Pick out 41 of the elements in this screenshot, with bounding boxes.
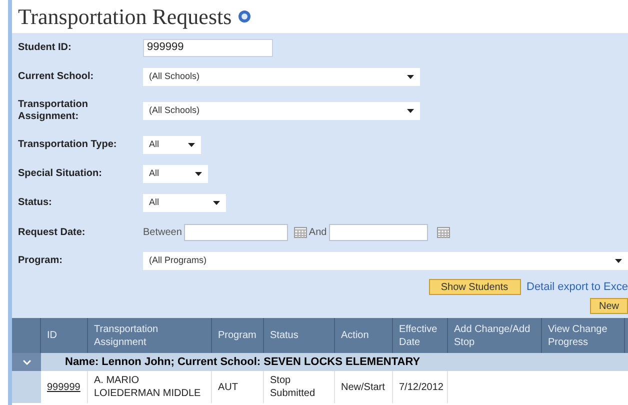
caret-icon (188, 142, 195, 146)
field-label: Status: (17, 197, 53, 209)
show-students-button[interactable]: Show Students (428, 279, 520, 295)
caret-icon (195, 172, 202, 176)
between-label: Between (143, 226, 182, 240)
id-link[interactable]: 999999 (47, 380, 80, 394)
chevron-down-icon[interactable] (22, 360, 30, 364)
field-label: Special Situation: (17, 168, 103, 180)
field-label: Student ID: (17, 42, 72, 54)
field-label: Program: (17, 254, 64, 266)
export-link[interactable]: Detail export to Exce (526, 278, 628, 296)
field-label: Request Date: (17, 226, 86, 238)
dropdown[interactable]: (All Schools) (143, 102, 420, 120)
calendar-icon[interactable] (436, 227, 450, 238)
help-icon[interactable] (238, 10, 251, 23)
dropdown[interactable]: All (143, 164, 208, 182)
dropdown[interactable]: (All Programs) (143, 252, 628, 270)
input-field[interactable]: 999999 (143, 38, 273, 56)
and-label: And (308, 226, 327, 240)
dropdown[interactable]: (All Schools) (143, 68, 420, 86)
caret-icon (407, 75, 414, 79)
field-label: Current School: (17, 71, 95, 83)
group-title: Name: Lennon John; Current School: SEVEN LOCKS ELEMENTARY (65, 354, 420, 370)
caret-icon (407, 109, 414, 113)
table-cell: 7/12/2012 (399, 380, 444, 394)
table-cell-text: Stop Submitted (270, 374, 316, 400)
new-button[interactable]: New (590, 298, 628, 314)
date-field[interactable] (328, 224, 428, 241)
caret-icon (213, 201, 220, 205)
table-cell: AUT (218, 380, 238, 394)
page-title: Transportation Requests (18, 3, 232, 31)
row-gutter (12, 371, 41, 403)
date-field[interactable] (184, 224, 288, 241)
table-cell: New/Start (341, 380, 385, 394)
calendar-icon[interactable] (294, 227, 307, 238)
field-label: Transportation Type: (17, 138, 118, 150)
field-label: Transportation Assignment: (17, 99, 90, 123)
dropdown[interactable]: All (143, 194, 226, 212)
caret-icon (615, 258, 622, 262)
table-cell-text: A. MARIO LOIEDERMAN MIDDLE (94, 374, 202, 400)
dropdown[interactable]: All (143, 136, 201, 154)
